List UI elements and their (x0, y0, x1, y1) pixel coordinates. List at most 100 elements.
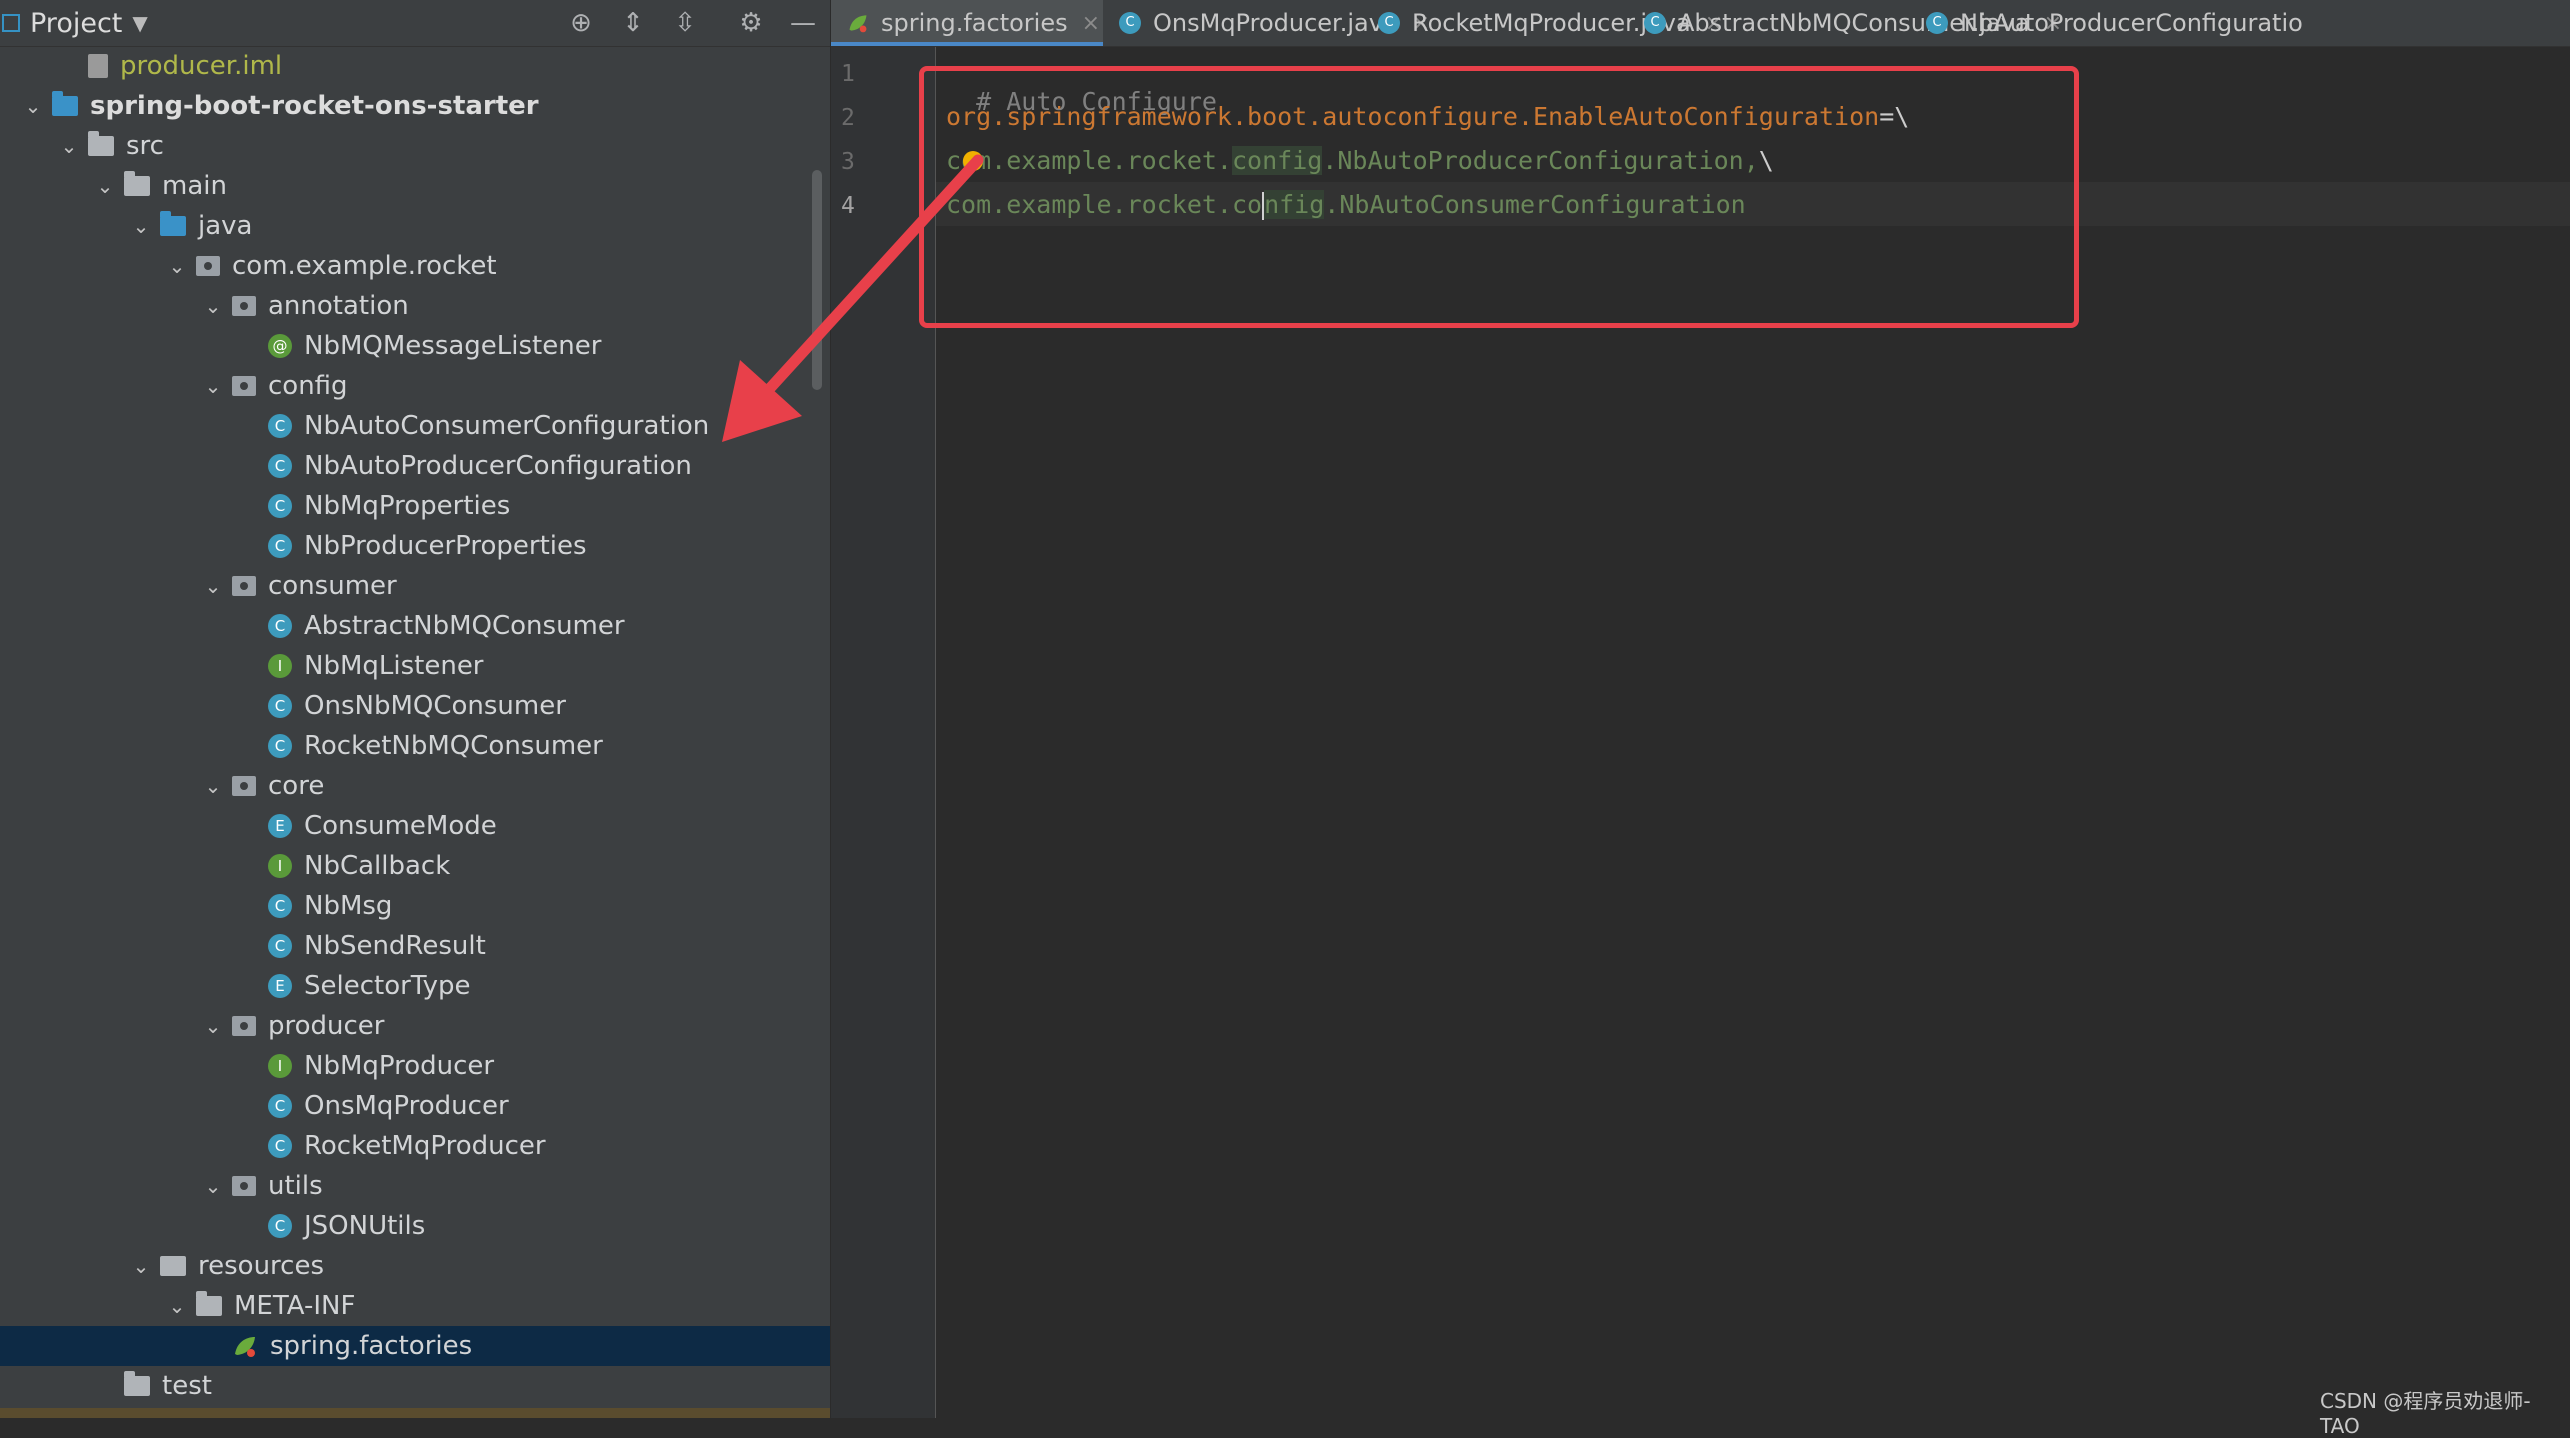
class-icon: C (1926, 12, 1948, 34)
class-icon: C (268, 414, 292, 438)
tree-item[interactable]: I NbMqProducer (0, 1046, 830, 1086)
tree-item[interactable]: ⌄ producer (0, 1006, 830, 1046)
class-icon: C (268, 934, 292, 958)
tree-item[interactable]: ⌄ consumer (0, 566, 830, 606)
class-icon: C (268, 494, 292, 518)
class-icon: C (268, 894, 292, 918)
tree-item[interactable]: C AbstractNbMQConsumer (0, 606, 830, 646)
editor-tab[interactable]: C NbAutoProducerConfiguratio (1910, 0, 2570, 46)
folder-icon (196, 1291, 222, 1316)
tree-item-label: spring-boot-rocket-ons-starter (90, 91, 539, 121)
tree-item-label: NbMqListener (304, 651, 484, 681)
project-panel-title: Project (30, 7, 123, 39)
tree-item[interactable]: C NbMqProperties (0, 486, 830, 526)
tree-item-label: NbProducerProperties (304, 531, 587, 561)
tree-item[interactable]: C RocketMqProducer (0, 1126, 830, 1166)
tree-item-label: NbAutoConsumerConfiguration (304, 411, 710, 441)
chevron-down-icon[interactable]: ⌄ (130, 214, 152, 238)
editor-tab-label: spring.factories (881, 9, 1068, 37)
package-icon (232, 376, 256, 396)
tree-item[interactable]: ⌄ META-INF (0, 1286, 830, 1326)
tree-item-label: NbMsg (304, 891, 393, 921)
hide-panel-icon[interactable]: — (787, 7, 819, 39)
tree-item[interactable]: I NbCallback (0, 846, 830, 886)
watermark-text: CSDN @程序员劝退师-TAO (2320, 1389, 2531, 1438)
tree-item[interactable]: C NbSendResult (0, 926, 830, 966)
tree-item-label: RocketMqProducer (304, 1131, 546, 1161)
tree-item-label: main (162, 171, 227, 201)
tree-item-label: config (268, 371, 348, 401)
chevron-down-icon[interactable]: ⌄ (202, 1014, 224, 1038)
tree-item[interactable]: ⌄ resources (0, 1246, 830, 1286)
folder-icon (88, 131, 114, 156)
chevron-down-icon[interactable]: ⌄ (22, 94, 44, 118)
tree-item-label: java (198, 211, 253, 241)
tree-item[interactable]: C RocketNbMQConsumer (0, 726, 830, 766)
package-icon (232, 296, 256, 316)
tree-item[interactable]: C NbMsg (0, 886, 830, 926)
class-icon: C (268, 1134, 292, 1158)
editor-tab[interactable]: C RocketMqProducer.java × (1362, 0, 1723, 46)
chevron-down-icon[interactable]: ⌄ (202, 294, 224, 318)
chevron-down-icon[interactable]: ⌄ (94, 174, 116, 198)
chevron-down-icon[interactable]: ⌄ (130, 1254, 152, 1278)
chevron-down-icon[interactable]: ⌄ (166, 254, 188, 278)
tree-item[interactable]: C OnsNbMQConsumer (0, 686, 830, 726)
tree-item[interactable]: producer.iml (0, 46, 830, 86)
project-view-selector[interactable]: Project ▼ (0, 0, 148, 46)
annotation-highlight-box (919, 66, 2079, 328)
tree-item[interactable]: ⌄ spring-boot-rocket-ons-starter (0, 86, 830, 126)
tree-item-label: core (268, 771, 325, 801)
enum-icon: E (268, 974, 292, 998)
tree-item-label: producer (268, 1011, 385, 1041)
tree-item[interactable]: C OnsMqProducer (0, 1086, 830, 1126)
tree-item-label: RocketNbMQConsumer (304, 731, 603, 761)
interface-icon: I (268, 854, 292, 878)
module-folder-icon (52, 91, 78, 116)
enum-icon: E (268, 814, 292, 838)
tree-item[interactable]: test (0, 1366, 830, 1406)
chevron-down-icon[interactable]: ⌄ (166, 1294, 188, 1318)
tree-item-label: spring.factories (270, 1331, 473, 1361)
editor-tab[interactable]: C AbstractNbMQConsumer.java × (1628, 0, 2062, 46)
close-icon[interactable]: × (1082, 11, 1100, 36)
gear-icon[interactable]: ⚙ (735, 7, 767, 39)
interface-icon: I (268, 1054, 292, 1078)
tree-item[interactable]: spring.factories (0, 1326, 830, 1366)
tree-item-label: ConsumeMode (304, 811, 497, 841)
editor-tab[interactable]: spring.factories × (831, 0, 1103, 46)
package-icon (232, 576, 256, 596)
tree-item-label: OnsMqProducer (304, 1091, 509, 1121)
chevron-down-icon[interactable]: ⌄ (58, 134, 80, 158)
class-icon: C (268, 1094, 292, 1118)
chevron-down-icon[interactable]: ⌄ (202, 374, 224, 398)
folder-icon (124, 1371, 150, 1396)
chevron-down-icon[interactable]: ⌄ (202, 574, 224, 598)
chevron-down-icon[interactable]: ⌄ (202, 1174, 224, 1198)
tree-item[interactable]: I NbMqListener (0, 646, 830, 686)
package-icon (232, 1016, 256, 1036)
tree-item[interactable]: E SelectorType (0, 966, 830, 1006)
tree-item[interactable]: C NbProducerProperties (0, 526, 830, 566)
class-icon: C (268, 694, 292, 718)
class-icon: C (1378, 12, 1400, 34)
editor-tab[interactable]: C OnsMqProducer.java × (1103, 0, 1430, 46)
tree-item[interactable]: C JSONUtils (0, 1206, 830, 1246)
class-icon: C (268, 454, 292, 478)
tree-item-label: src (126, 131, 164, 161)
collapse-all-icon[interactable]: ⇳ (669, 7, 701, 39)
tree-item-label: com.example.rocket (232, 251, 497, 281)
locate-icon[interactable]: ⊕ (565, 7, 597, 39)
tree-item[interactable]: ⌄ core (0, 766, 830, 806)
folder-icon (124, 171, 150, 196)
tree-item[interactable]: ⌄ utils (0, 1166, 830, 1206)
tree-item-label: NbCallback (304, 851, 451, 881)
class-icon: C (268, 1214, 292, 1238)
class-icon: C (268, 534, 292, 558)
expand-all-icon[interactable]: ⇕ (617, 7, 649, 39)
tree-item-label: AbstractNbMQConsumer (304, 611, 625, 641)
status-strip (0, 1408, 830, 1418)
tree-item[interactable]: E ConsumeMode (0, 806, 830, 846)
chevron-down-icon[interactable]: ⌄ (202, 774, 224, 798)
package-icon (232, 1176, 256, 1196)
